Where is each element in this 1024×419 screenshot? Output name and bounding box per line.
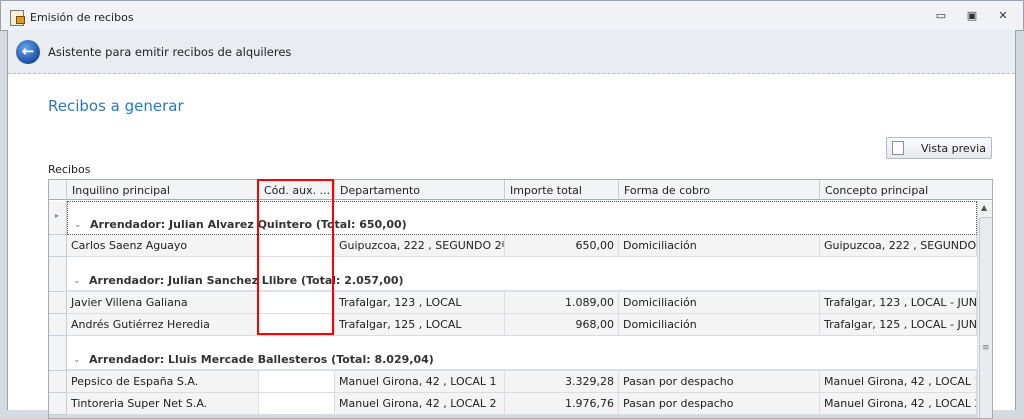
window-title: Emisión de recibos [30,11,134,24]
column-header[interactable]: Forma de cobro [619,180,820,200]
table-cell[interactable]: Trafalgar, 125 , LOCAL [335,314,505,336]
column-header[interactable]: Concepto principal [820,180,992,200]
chevron-down-icon[interactable]: ⌄ [73,276,81,286]
table-cell[interactable]: Guipuzcoa, 222 , SEGUNDO 2ª [335,235,505,257]
row-indicator[interactable] [49,314,67,336]
table-cell[interactable]: Javier Villena Galiana [67,292,259,314]
table-cell[interactable]: 3.329,28 [505,371,619,393]
chevron-down-icon[interactable]: ⌄ [74,220,82,230]
table-cell[interactable] [259,371,335,393]
group-label: Arrendador: Julian Sanchez Llibre (Total… [89,274,404,287]
table-cell[interactable]: 650,00 [505,235,619,257]
column-header[interactable]: Departamento [335,180,505,200]
scroll-up-icon[interactable]: ▲ [981,203,987,212]
table-cell[interactable]: Trafalgar, 125 , LOCAL - JUNIO [820,314,977,336]
grid-label: Recibos [48,163,91,176]
close-button[interactable]: ✕ [996,10,1010,22]
table-cell[interactable]: Tintoreria Super Net S.A. [67,393,259,415]
row-indicator[interactable] [49,393,67,415]
row-indicator[interactable]: ▸ [49,201,67,235]
wizard-header: ← Asistente para emitir recibos de alqui… [8,30,1015,74]
wizard-content: ← Asistente para emitir recibos de alqui… [7,30,1016,419]
row-indicator[interactable] [49,371,67,393]
wizard-title: Asistente para emitir recibos de alquile… [48,45,292,59]
table-cell[interactable]: 1.089,00 [505,292,619,314]
table-cell[interactable]: Guipuzcoa, 222 , SEGUNDO 2ª - [820,235,977,257]
table-cell[interactable]: Domiciliación [619,292,820,314]
table-cell[interactable]: Domiciliación [619,235,820,257]
row-indicator[interactable] [49,336,67,371]
back-arrow-icon[interactable]: ← [16,40,40,64]
group-label: Arrendador: Julian Alvarez Quintero (Tot… [90,218,407,231]
column-header[interactable]: Inquilino principal [67,180,259,200]
group-row[interactable]: ⌄ Arrendador: Julian Alvarez Quintero (To… [67,201,977,235]
vertical-scrollbar[interactable]: ▲ ≡ [977,201,992,418]
scrollbar-thumb[interactable]: ≡ [979,217,992,418]
row-indicator-header [49,180,67,200]
preview-button-label: Vista previa [921,142,986,155]
preview-icon [892,141,904,155]
table-cell[interactable]: Carlos Saenz Aguayo [67,235,259,257]
group-row[interactable]: ⌄ Arrendador: Lluis Mercade Ballesteros (… [67,336,977,371]
table-cell[interactable]: Pepsico de España S.A. [67,371,259,393]
table-cell[interactable]: Trafalgar, 123 , LOCAL - JUNIO [820,292,977,314]
receipts-grid: Inquilino principal Cód. aux. ... Departam… [48,179,993,419]
column-header[interactable]: Importe total [505,180,619,200]
minimize-button[interactable]: ▭ [934,10,948,22]
table-cell[interactable]: Manuel Girona, 42 , LOCAL 1 [335,371,505,393]
group-row[interactable]: ⌄ Arrendador: Julian Sanchez Llibre (Tota… [67,257,977,292]
table-cell[interactable]: Domiciliación [619,314,820,336]
table-cell[interactable]: Pasan por despacho [619,393,820,415]
table-cell[interactable]: 1.976,76 [505,393,619,415]
table-cell[interactable]: 968,00 [505,314,619,336]
table-cell[interactable]: Manuel Girona, 42 , LOCAL 1 - J [820,371,977,393]
title-bar: Emisión de recibos ▭ ▣ ✕ [0,0,1024,31]
chevron-down-icon[interactable]: ⌄ [73,355,81,365]
table-cell[interactable]: Pasan por despacho [619,371,820,393]
table-cell[interactable]: Manuel Girona, 42 , LOCAL 2 - J [820,393,977,415]
restore-button[interactable]: ▣ [965,10,979,22]
table-cell[interactable] [259,393,335,415]
grip-icon: ≡ [982,343,990,353]
highlight-box [257,179,334,335]
page-title: Recibos a generar [48,97,184,115]
app-icon [10,10,25,26]
row-indicator[interactable] [49,257,67,292]
group-label: Arrendador: Lluis Mercade Ballesteros (T… [89,353,434,366]
row-indicator[interactable] [49,235,67,257]
table-cell[interactable]: Andrés Gutiérrez Heredia [67,314,259,336]
table-cell[interactable]: Manuel Girona, 42 , LOCAL 2 [335,393,505,415]
table-cell[interactable]: Trafalgar, 123 , LOCAL [335,292,505,314]
preview-button[interactable]: Vista previa [886,137,992,159]
row-indicator[interactable] [49,292,67,314]
